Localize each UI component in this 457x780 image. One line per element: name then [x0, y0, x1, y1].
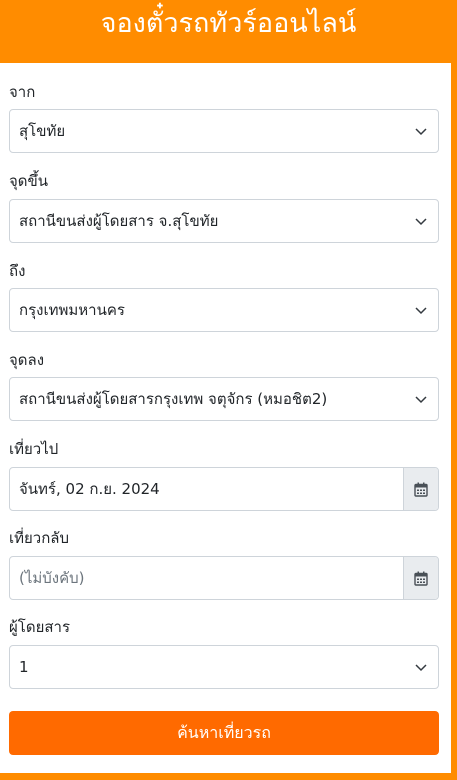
dropoff-label: จุดลง — [9, 351, 45, 369]
depart-label: เที่ยวไป — [9, 440, 59, 458]
pickup-select-value: สถานีขนส่งผู้โดยสาร จ.สุโขทัย — [19, 212, 219, 230]
from-select-value: สุโขทัย — [19, 122, 66, 140]
calendar-icon — [414, 571, 428, 586]
chevron-down-icon — [415, 218, 427, 226]
to-select-value: กรุงเทพมหานคร — [19, 301, 125, 319]
dropoff-select[interactable]: สถานีขนส่งผู้โดยสารกรุงเทพ จตุจักร (หมอช… — [9, 377, 439, 421]
page-header: จองตั๋วรถทัวร์ออนไลน์ — [0, 0, 457, 63]
from-select[interactable]: สุโขทัย — [9, 109, 439, 153]
pickup-label: จุดขึ้น — [9, 172, 49, 190]
calendar-icon — [414, 482, 428, 497]
chevron-down-icon — [415, 396, 427, 404]
search-trips-label: ค้นหาเที่ยวรถ — [177, 722, 271, 742]
return-date-picker-button[interactable] — [403, 557, 438, 599]
return-date-group: (ไม่บังคับ) — [9, 556, 439, 600]
passengers-select-value: 1 — [19, 658, 29, 676]
chevron-down-icon — [415, 128, 427, 136]
chevron-down-icon — [415, 664, 427, 672]
depart-date-picker-button[interactable] — [403, 468, 438, 510]
depart-date-input[interactable]: จันทร์, 02 ก.ย. 2024 — [10, 468, 403, 510]
passengers-label: ผู้โดยสาร — [9, 618, 71, 636]
depart-date-group: จันทร์, 02 ก.ย. 2024 — [9, 467, 439, 511]
booking-form: จาก สุโขทัย จุดขึ้น สถานีขนส่งผู้โดยสาร … — [0, 63, 451, 773]
passengers-select[interactable]: 1 — [9, 645, 439, 689]
chevron-down-icon — [415, 307, 427, 315]
to-label: ถึง — [9, 262, 26, 280]
pickup-select[interactable]: สถานีขนส่งผู้โดยสาร จ.สุโขทัย — [9, 199, 439, 243]
from-label: จาก — [9, 83, 36, 101]
page-title: จองตั๋วรถทัวร์ออนไลน์ — [100, 8, 357, 39]
search-trips-button[interactable]: ค้นหาเที่ยวรถ — [9, 711, 439, 755]
return-label: เที่ยวกลับ — [9, 529, 70, 547]
to-select[interactable]: กรุงเทพมหานคร — [9, 288, 439, 332]
return-date-input[interactable]: (ไม่บังคับ) — [10, 557, 403, 599]
dropoff-select-value: สถานีขนส่งผู้โดยสารกรุงเทพ จตุจักร (หมอช… — [19, 390, 328, 408]
